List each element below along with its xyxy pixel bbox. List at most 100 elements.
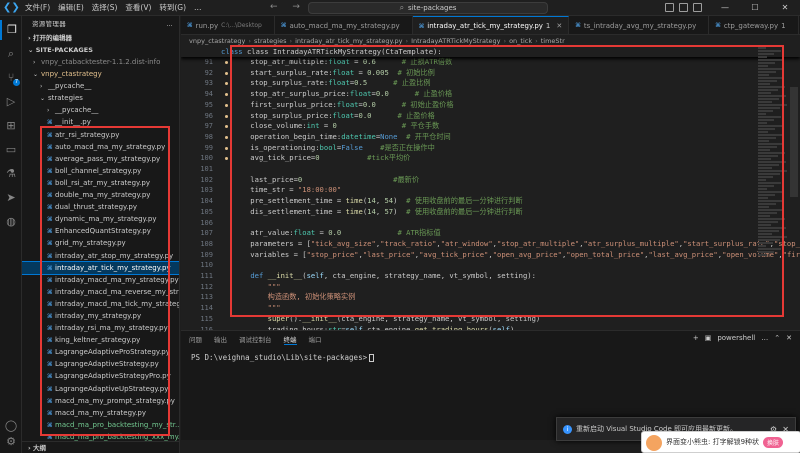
minimap-line	[758, 170, 787, 172]
more-actions-icon[interactable]: …	[166, 16, 173, 32]
command-center-search[interactable]: ⌕ site-packages	[308, 2, 548, 14]
editor-tab[interactable]: ⌘ auto_macd_ma_my_strategy.py	[274, 16, 413, 34]
run-debug-icon[interactable]: ▷	[0, 92, 22, 112]
breadcrumb-item[interactable]: intraday_atr_tick_my_strategy.py	[295, 37, 402, 45]
tree-item-label: macd_ma_my_prompt_strategy.py	[55, 396, 175, 405]
panel-tab[interactable]: 输出	[214, 334, 227, 344]
file-tree-item[interactable]: ⌘ LagrangeAdaptiveProStrategy.py	[22, 346, 179, 358]
panel-tab[interactable]: 终端	[283, 334, 297, 345]
ime-skin-button[interactable]: 换肤	[763, 436, 784, 448]
add-terminal-icon[interactable]: +	[693, 334, 699, 342]
menu-item[interactable]: 转到(G)	[155, 0, 190, 16]
git-graph-icon[interactable]: ◍	[0, 212, 22, 232]
file-tree-item[interactable]: ⌘ macd_ma_my_strategy.py	[22, 407, 179, 419]
file-tree-item[interactable]: ⌘ EnhancedQuantStrategy.py	[22, 225, 179, 237]
menu-item[interactable]: 文件(F)	[21, 0, 54, 16]
ime-toolbar[interactable]: 界面变小熊虫: 打字解锁9种状 换肤	[641, 431, 800, 453]
file-tree-item[interactable]: ⌘ dynamic_ma_my_strategy.py	[22, 213, 179, 225]
breadcrumb-item[interactable]: on_tick	[509, 37, 532, 45]
editor-tab[interactable]: ⌘ run.py C:\...\Desktop	[181, 16, 275, 34]
explorer-title: 资源管理器 …	[22, 16, 179, 32]
editor-scrollbar[interactable]	[790, 87, 798, 197]
file-tree-item[interactable]: ⌘ __init__.py	[22, 116, 179, 128]
file-tree-item[interactable]: ⌘ double_ma_my_strategy.py	[22, 189, 179, 201]
outline-section[interactable]: › 大纲	[22, 441, 179, 453]
menu-item[interactable]: 查看(V)	[121, 0, 155, 16]
file-tree-item[interactable]: ⌘ auto_macd_ma_my_strategy.py	[22, 141, 179, 153]
remote-explorer-icon[interactable]: ▭	[0, 140, 22, 160]
terminal-prompt[interactable]: PS D:\veighna_studio\Lib\site-packages>	[191, 353, 375, 362]
breadcrumb-item[interactable]: timeStr	[541, 37, 565, 45]
testing-icon[interactable]: ⚗	[0, 164, 22, 184]
panel-tab[interactable]: 问题	[189, 334, 202, 344]
search-view-icon[interactable]: ⌕	[0, 44, 22, 64]
tree-item-label: __pycache__	[55, 106, 99, 115]
file-tree-item[interactable]: ⌘ LagrangeAdaptiveUpStrategy.py	[22, 383, 179, 395]
folder-tree-item[interactable]: ⌄ vnpy_ctastrategy	[22, 68, 179, 80]
toggle-secondary-sidebar-icon[interactable]	[693, 3, 702, 12]
git-change-marker	[225, 121, 228, 132]
open-editors-section[interactable]: › 打开的编辑器	[22, 32, 179, 44]
open-editors-label: 打开的编辑器	[32, 34, 72, 42]
file-tree-item[interactable]: ⌘intraday_macd_ma_reverse_my_strategy.py	[22, 286, 179, 298]
panel-more-icon[interactable]: …	[761, 334, 768, 342]
explorer-icon[interactable]: ❐	[0, 20, 22, 40]
panel-tab[interactable]: 端口	[309, 334, 322, 344]
file-tree-item[interactable]: ⌘ intraday_rsi_ma_my_strategy.py	[22, 322, 179, 334]
minimap-line	[758, 179, 766, 181]
terminal-shell-label[interactable]: powershell	[717, 334, 755, 342]
extensions-icon[interactable]: ⊞	[0, 116, 22, 136]
minimap[interactable]	[758, 47, 788, 330]
file-tree-item[interactable]: ⌘ average_pass_my_strategy.py	[22, 153, 179, 165]
breadcrumb-item[interactable]: strategies	[254, 37, 286, 45]
file-tree-item[interactable]: ⌘intraday_macd_ma_tick_my_strategy.py	[22, 298, 179, 310]
file-tree-item[interactable]: ⌘ king_keltner_strategy.py	[22, 334, 179, 346]
file-tree-item[interactable]: ⌘ macd_ma_my_prompt_strategy.py	[22, 395, 179, 407]
file-tree-item[interactable]: ⌘ boll_channel_strategy.py	[22, 165, 179, 177]
file-tree-item[interactable]: ⌘ intraday_my_strategy.py	[22, 310, 179, 322]
minimize-icon[interactable]: —	[710, 0, 740, 16]
file-tree-item[interactable]: ⌘ intraday_macd_ma_my_strategy.py	[22, 274, 179, 286]
close-tab-icon[interactable]: ✕	[556, 22, 562, 30]
maximize-panel-icon[interactable]: ⌃	[774, 334, 780, 342]
close-panel-icon[interactable]: ✕	[786, 334, 792, 342]
editor-tab[interactable]: ⌘ ts_intraday_avg_my_strategy.py	[569, 16, 710, 34]
menu-item[interactable]: 编辑(E)	[54, 0, 88, 16]
workspace-root-section[interactable]: ⌄ SITE-PACKAGES	[22, 44, 179, 56]
file-tree-item[interactable]: ⌘ intraday_atr_tick_my_strategy.py	[22, 260, 179, 275]
deploy-icon[interactable]: ➤	[0, 188, 22, 208]
close-window-icon[interactable]: ✕	[770, 0, 800, 16]
folder-tree-item[interactable]: › __pycache__	[22, 104, 179, 116]
file-tree-item[interactable]: ⌘ macd_ma_pro_backtesting_my_str...	[22, 419, 179, 431]
file-tree-item[interactable]: ⌘ LagrangeAdaptiveStrategy.py	[22, 358, 179, 370]
editor-tab[interactable]: ⌘ intraday_atr_tick_my_strategy.py 1 ✕	[412, 16, 570, 34]
menu-item[interactable]: …	[190, 0, 206, 16]
manage-gear-icon[interactable]: ⚙	[0, 432, 22, 452]
file-tree-item[interactable]: ⌘ LagrangeAdaptiveStrategyPro.py	[22, 370, 179, 382]
toggle-panel-icon[interactable]	[679, 3, 688, 12]
folder-tree-item[interactable]: › __pycache__	[22, 80, 179, 92]
file-tree-item[interactable]: ⌘ intraday_atr_stop_my_strategy.py	[22, 250, 179, 262]
menu-item[interactable]: 选择(S)	[88, 0, 122, 16]
breadcrumb-item[interactable]: vnpy_ctastrategy	[189, 37, 245, 45]
code-line: pre_settlement_time = time(14, 54) # 使用收…	[233, 196, 523, 206]
folder-tree-item[interactable]: › vnpy_ctabacktester-1.1.2.dist-info	[22, 56, 179, 68]
code-editor[interactable]: 91 92 93 94 95 96 97 98 99 100 101 102 103 104 105 106 1…	[181, 47, 800, 330]
folder-tree-item[interactable]: ⌄ strategies	[22, 92, 179, 104]
file-tree-item[interactable]: ⌘ dual_thrust_strategy.py	[22, 201, 179, 213]
file-tree-item[interactable]: ⌘ atr_rsi_strategy.py	[22, 129, 179, 141]
python-file-icon: ⌘	[47, 204, 53, 212]
minimap-line	[758, 161, 786, 163]
sticky-scroll-header[interactable]: class class IntradayATRTickMyStrategy(Ct…	[181, 47, 800, 57]
maximize-icon[interactable]: ☐	[740, 0, 770, 16]
editor-tab[interactable]: ⌘ ctp_gateway.py 1	[709, 16, 799, 34]
panel-tab[interactable]: 调试控制台	[239, 334, 272, 344]
file-tree-item[interactable]: ⌘ boll_rsi_atr_my_strategy.py	[22, 177, 179, 189]
source-control-icon[interactable]: ⑂ 7	[0, 68, 22, 88]
code-line: """	[267, 303, 281, 313]
nav-arrows[interactable]: ← →	[270, 2, 306, 12]
file-tree-item[interactable]: ⌘ grid_my_strategy.py	[22, 237, 179, 249]
line-number: 97	[204, 122, 213, 131]
toggle-sidebar-icon[interactable]	[665, 3, 674, 12]
breadcrumb-item[interactable]: IntradayATRTickMyStrategy	[411, 37, 500, 45]
